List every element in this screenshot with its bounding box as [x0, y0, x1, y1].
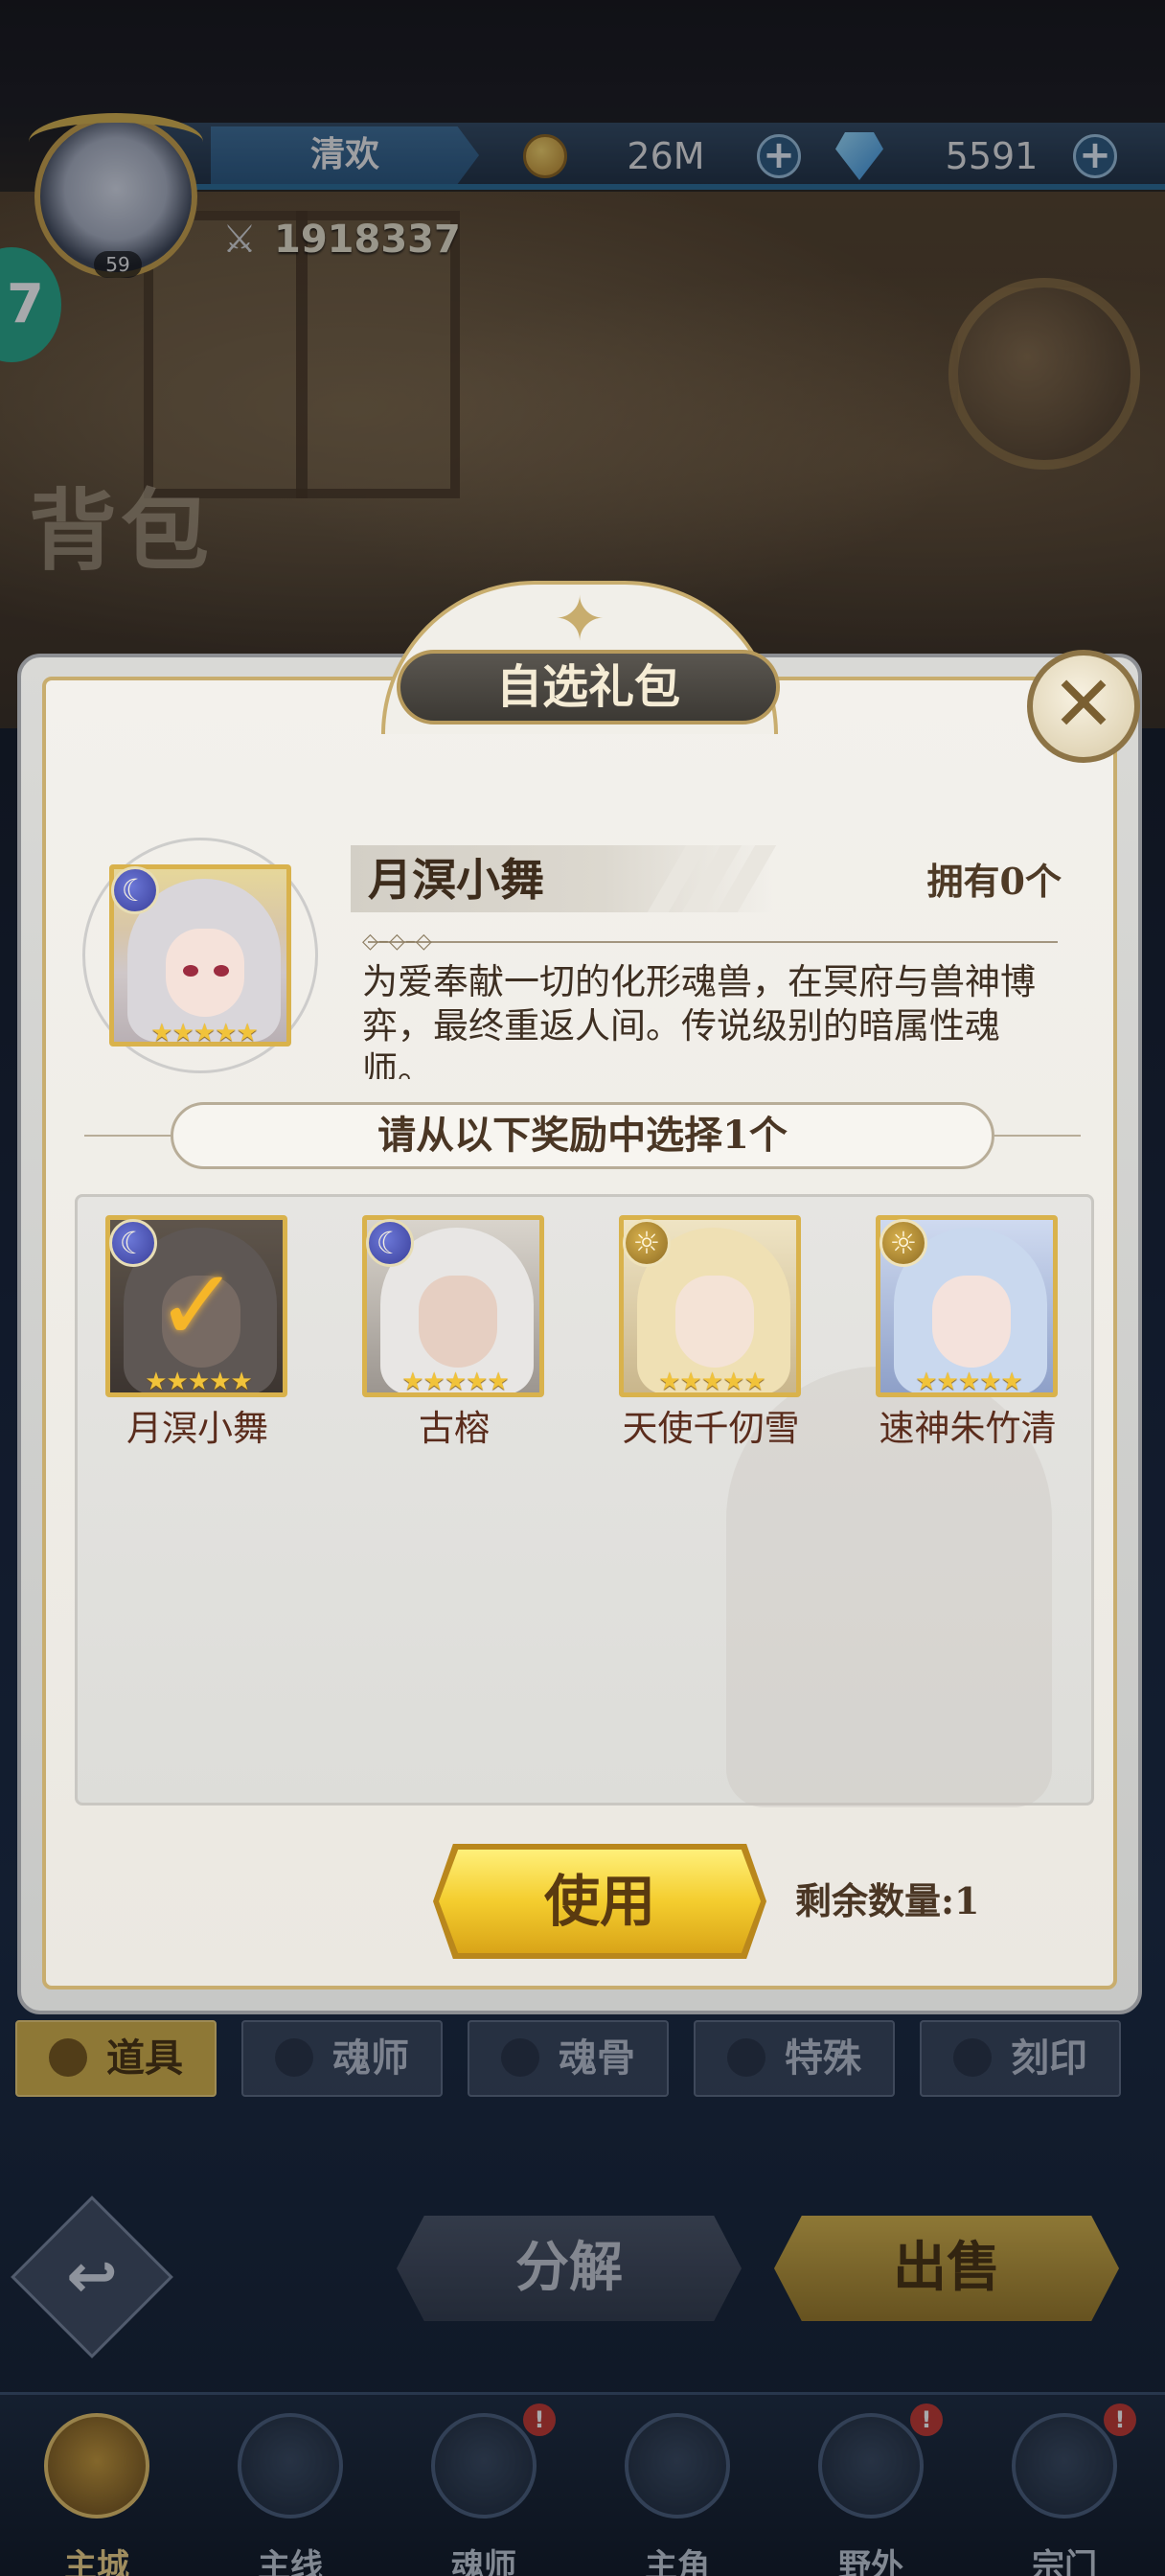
reward-name: 古榕 [419, 1408, 490, 1449]
moon-icon: ☾ [366, 1219, 414, 1267]
reward-name: 速神朱竹清 [879, 1408, 1057, 1449]
moon-icon: ☾ [109, 1219, 157, 1267]
close-button[interactable]: ✕ [1027, 650, 1140, 763]
remaining-quantity: 剩余数量:1 [795, 1879, 980, 1922]
dialog-title: 自选礼包 [397, 650, 780, 724]
portrait-eye [183, 965, 198, 977]
star-rating: ★★★★★ [915, 1368, 1023, 1396]
sun-icon: ☼ [623, 1219, 671, 1267]
reward-option[interactable]: ☼ ★★★★★ 速神朱竹清 [855, 1215, 1065, 1464]
item-name: 月溟小舞 [368, 854, 544, 906]
sun-icon: ☼ [879, 1219, 927, 1267]
star-rating: ★★★★★ [145, 1368, 253, 1396]
portrait-face [932, 1276, 1011, 1368]
reward-option[interactable]: ☾ ★★★★★ 古榕 [341, 1215, 552, 1464]
optional-gift-pack-dialog: ✦ 自选礼包 ✕ ☾ ★★★★★ 月溟小舞 拥有0个 ◇–◇–◇ 为爱奉献一切的… [17, 581, 1142, 2014]
reward-name: 月溟小舞 [126, 1408, 268, 1449]
star-rating: ★★★★★ [658, 1368, 766, 1396]
star-ornament-icon: ✦ [554, 585, 605, 656]
owned-count: 拥有0个 [926, 860, 1062, 903]
moon-icon: ☾ [111, 866, 159, 914]
divider [368, 941, 1058, 943]
reward-name: 天使千仞雪 [622, 1408, 800, 1449]
divider [985, 1135, 1081, 1137]
divider [84, 1135, 180, 1137]
portrait-eye [214, 965, 229, 977]
portrait-face [419, 1276, 497, 1368]
checkmark-icon: ✓ [155, 1247, 240, 1364]
star-rating: ★★★★★ [401, 1368, 510, 1396]
portrait-face [166, 929, 244, 1017]
reward-option[interactable]: ✓ ☾ ★★★★★ 月溟小舞 [84, 1215, 295, 1464]
item-description: 为爱奉献一切的化形魂兽，在冥府与兽神博弈，最终重返人间。传说级别的暗属性魂师。 [362, 961, 1036, 1079]
choose-reward-prompt: 请从以下奖励中选择1个 [171, 1102, 994, 1169]
portrait-face [675, 1276, 754, 1368]
use-button[interactable]: 使用 [439, 1850, 761, 1953]
reward-option[interactable]: ☼ ★★★★★ 天使千仞雪 [598, 1215, 809, 1464]
divider-ornament-icon: ◇–◇–◇ [362, 930, 432, 954]
star-rating: ★★★★★ [150, 1019, 259, 1047]
